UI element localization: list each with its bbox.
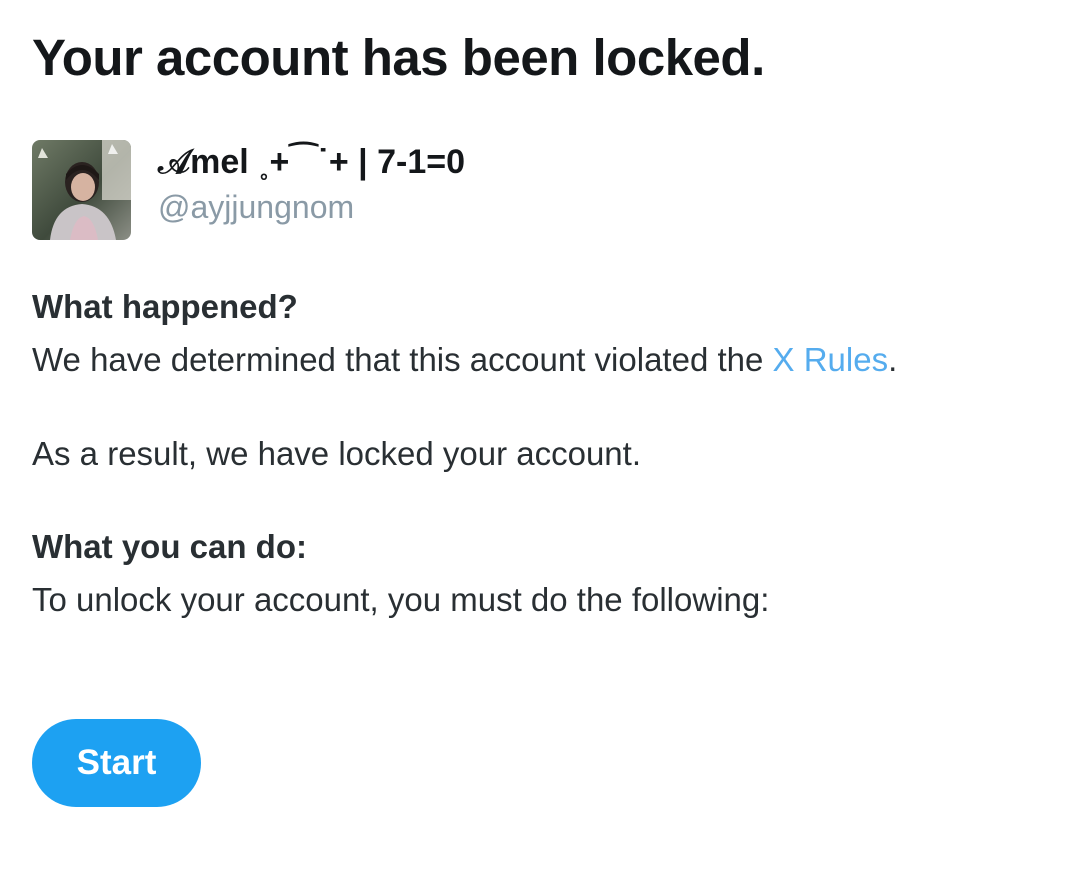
account-profile: 𝒜mel ˳+⁀˙+ | 7-1=0 @ayjjungnom — [32, 140, 465, 240]
violation-message: We have determined that this account vio… — [32, 341, 897, 379]
what-you-can-do-heading: What you can do: — [32, 528, 307, 565]
user-handle: @ayjjungnom — [158, 189, 355, 225]
unlock-instructions: To unlock your account, you must do the … — [32, 581, 770, 618]
lock-result-text: As a result, we have locked your account… — [32, 435, 641, 472]
avatar — [32, 140, 131, 240]
x-rules-link[interactable]: X Rules — [773, 341, 889, 378]
violation-text-end: . — [888, 341, 898, 378]
page-title: Your account has been locked. — [32, 29, 765, 86]
violation-text: We have determined that this account vio… — [32, 341, 773, 378]
display-name: 𝒜mel ˳+⁀˙+ | 7-1=0 — [158, 143, 466, 181]
locked-account-page: Your account has been locked. 𝒜mel ˳+⁀˙+… — [0, 0, 1071, 885]
profile-photo-icon — [32, 140, 131, 240]
profile-names: 𝒜mel ˳+⁀˙+ | 7-1=0 @ayjjungnom — [158, 142, 465, 226]
what-happened-heading: What happened? — [32, 288, 298, 325]
start-button[interactable]: Start — [32, 719, 201, 807]
